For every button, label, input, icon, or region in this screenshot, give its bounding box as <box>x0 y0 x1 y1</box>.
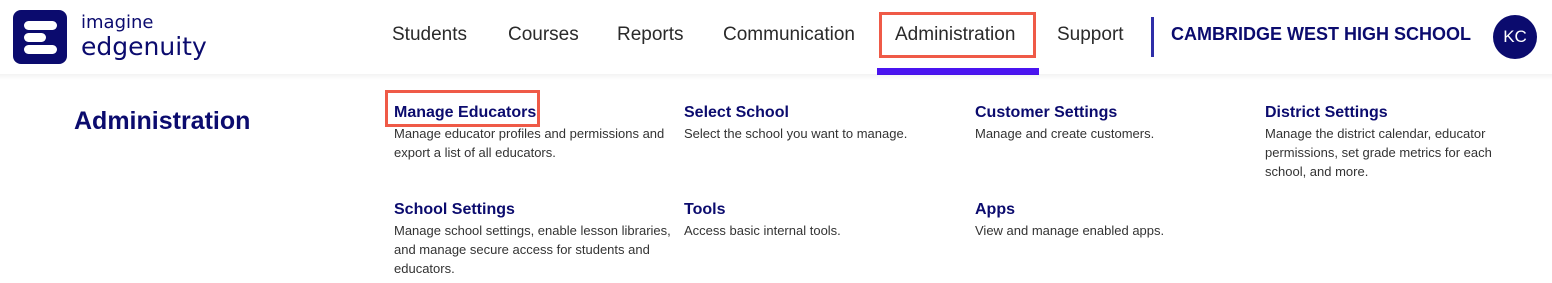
user-initials: KC <box>1503 27 1527 46</box>
logo-line-edgenuity: edgenuity <box>81 32 207 61</box>
menu-item-description: Manage the district calendar, educator p… <box>1265 126 1492 179</box>
logo-line-imagine: imagine <box>81 12 154 33</box>
school-name[interactable]: CAMBRIDGE WEST HIGH SCHOOL <box>1171 22 1471 46</box>
top-navigation-bar: imagine edgenuity Students Courses Repor… <box>0 0 1552 76</box>
menu-item-description: Select the school you want to manage. <box>684 126 908 141</box>
panel-title: Administration <box>74 107 251 135</box>
menu-item-title[interactable]: Tools <box>684 200 964 220</box>
nav-reports[interactable]: Reports <box>617 22 684 48</box>
menu-item-title[interactable]: Select School <box>684 103 964 123</box>
menu-item-customer-settings[interactable]: Customer Settings Manage and create cust… <box>975 103 1255 143</box>
menu-item-school-settings[interactable]: School Settings Manage school settings, … <box>394 200 674 278</box>
menu-item-description: Manage and create customers. <box>975 126 1155 141</box>
nav-courses[interactable]: Courses <box>508 22 579 48</box>
menu-item-district-settings[interactable]: District Settings Manage the district ca… <box>1265 103 1535 181</box>
user-avatar[interactable]: KC <box>1493 15 1537 59</box>
menu-item-description: View and manage enabled apps. <box>975 223 1165 238</box>
menu-item-description: Manage educator profiles and permissions… <box>394 126 665 160</box>
header-shadow <box>0 74 1552 80</box>
menu-item-description: Manage school settings, enable lesson li… <box>394 223 671 276</box>
manage-educators-highlight-box <box>385 90 540 127</box>
menu-item-apps[interactable]: Apps View and manage enabled apps. <box>975 200 1255 240</box>
menu-item-tools[interactable]: Tools Access basic internal tools. <box>684 200 964 240</box>
menu-item-title[interactable]: District Settings <box>1265 103 1535 123</box>
logo-bar <box>24 45 57 54</box>
logo-bar <box>24 21 57 30</box>
menu-item-description: Access basic internal tools. <box>684 223 841 238</box>
logo-wordmark: imagine edgenuity <box>81 13 207 61</box>
nav-support[interactable]: Support <box>1057 22 1124 48</box>
imagine-edgenuity-logo[interactable]: imagine edgenuity <box>13 10 207 64</box>
header-divider <box>1151 17 1154 57</box>
nav-communication[interactable]: Communication <box>723 22 855 48</box>
menu-item-title[interactable]: School Settings <box>394 200 674 220</box>
menu-item-title[interactable]: Customer Settings <box>975 103 1255 123</box>
menu-item-select-school[interactable]: Select School Select the school you want… <box>684 103 964 143</box>
logo-icon <box>13 10 67 64</box>
administration-highlight-box <box>879 12 1036 58</box>
logo-bar <box>24 33 46 42</box>
nav-students[interactable]: Students <box>392 22 467 48</box>
menu-item-title[interactable]: Apps <box>975 200 1255 220</box>
